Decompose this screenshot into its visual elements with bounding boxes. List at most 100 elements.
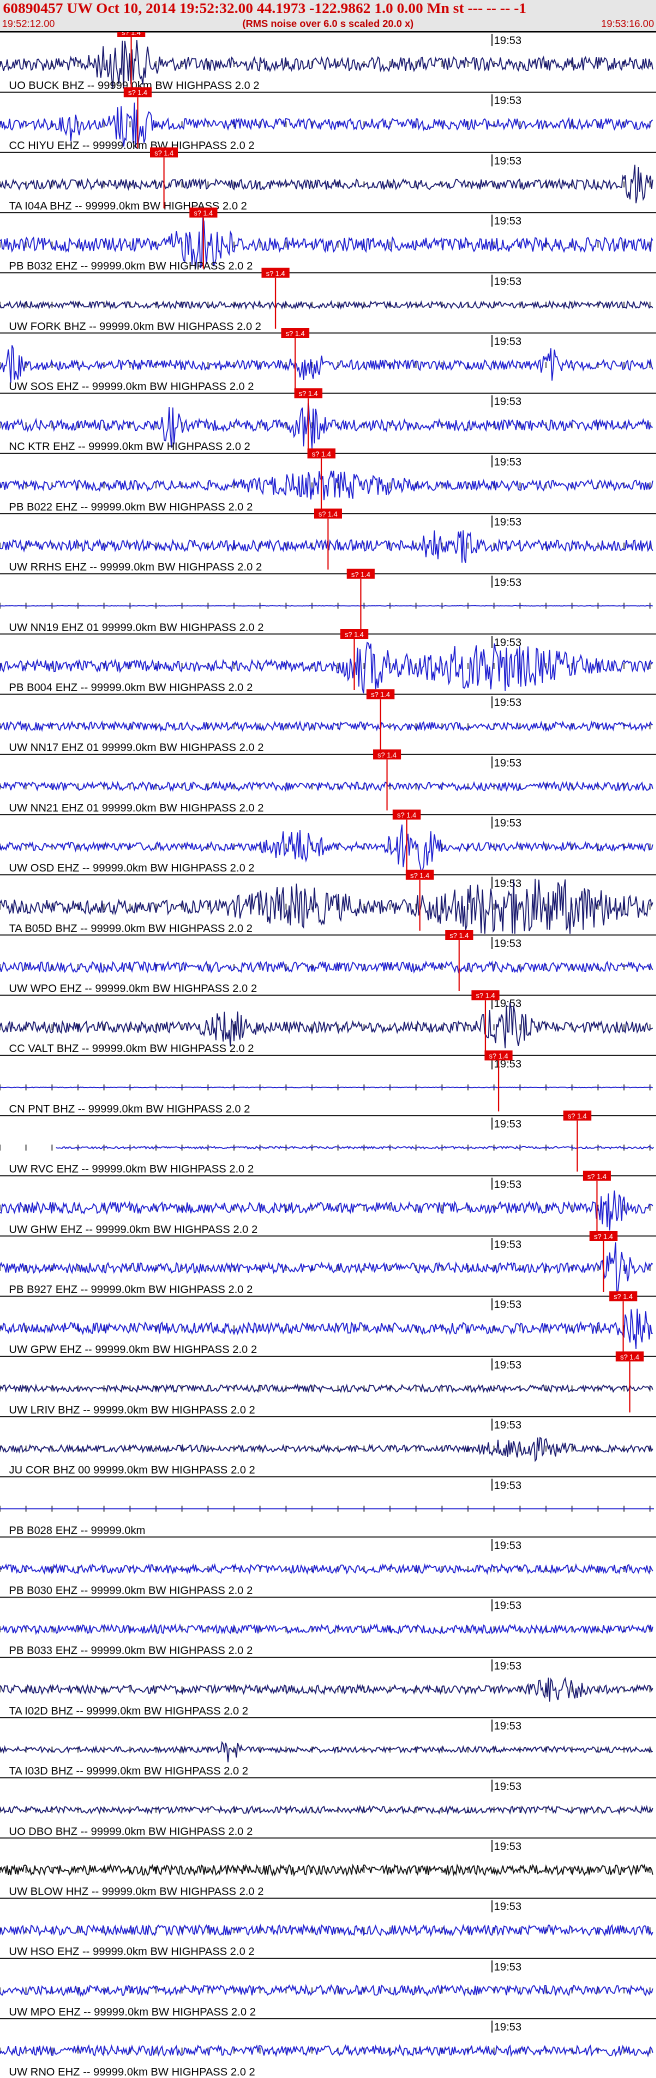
waveform xyxy=(55,1145,654,1150)
minute-label: 19:53 xyxy=(494,1721,522,1733)
minute-label: 19:53 xyxy=(494,577,522,589)
waveform xyxy=(0,1863,654,1877)
trace-panel: 19:53 UW BLOW HHZ -- 99999.0km BW HIGHPAS… xyxy=(0,1837,656,1898)
pick-label: s? 1.4 xyxy=(299,391,318,398)
trace-panel: 19:53 UW RRHS EHZ -- 99999.0km BW HIGHPAS… xyxy=(0,508,656,574)
pick-label: s? 1.4 xyxy=(266,271,285,278)
station-label: PB B033 EHZ -- 99999.0km BW HIGHPASS 2.0… xyxy=(9,1645,253,1657)
pick-label: s? 1.4 xyxy=(489,1053,508,1060)
trace-panel: 19:53 UW NN21 EHZ 01 99999.0km BW HIGHPAS… xyxy=(0,749,656,814)
pick-label: s? 1.4 xyxy=(450,933,469,940)
pick-label: s? 1.4 xyxy=(194,211,213,218)
trace-panel: 19:53 UW LRIV BHZ -- 99999.0km BW HIGHPAS… xyxy=(0,1351,656,1416)
station-label: UW BLOW HHZ -- 99999.0km BW HIGHPASS 2.0… xyxy=(9,1886,264,1898)
pick-label: s? 1.4 xyxy=(410,873,429,880)
minute-label: 19:53 xyxy=(494,1961,522,1973)
minute-label: 19:53 xyxy=(494,216,522,228)
trace-panel: 19:53 UW NN19 EHZ 01 99999.0km BW HIGHPAS… xyxy=(0,568,656,634)
trace-panel: 19:53 UW MPO EHZ -- 99999.0km BW HIGHPASS… xyxy=(0,1957,656,2018)
trace-panel: 19:53TA I04A BHZ -- 99999.0km BW HIGHPAS… xyxy=(0,147,656,212)
minute-label: 19:53 xyxy=(494,637,522,649)
trace-panel: 19:53 UW GHW EHZ -- 99999.0km BW HIGHPASS… xyxy=(0,1170,656,1236)
minute-label: 19:53 xyxy=(494,697,522,709)
pick-label: s? 1.4 xyxy=(122,32,141,37)
pick-label: s? 1.4 xyxy=(620,1354,639,1361)
station-label: TA B05D BHZ -- 99999.0km BW HIGHPASS 2.0… xyxy=(9,923,253,935)
minute-label: 19:53 xyxy=(494,456,522,468)
waveform xyxy=(0,1623,654,1636)
station-label: TA I02D BHZ -- 99999.0km BW HIGHPASS 2.0… xyxy=(9,1705,248,1717)
event-title: 60890457 UW Oct 10, 2014 19:52:32.00 44.… xyxy=(3,1,527,17)
station-label: PB B004 EHZ -- 99999.0km BW HIGHPASS 2.0… xyxy=(9,682,253,694)
minute-label: 19:53 xyxy=(494,757,522,769)
trace-panel: 19:53 UW GPW EHZ -- 99999.0km BW HIGHPASS… xyxy=(0,1291,656,1356)
trace-panel: 19:53 UW HSO EHZ -- 99999.0km BW HIGHPASS… xyxy=(0,1897,656,1958)
station-label: UW HSO EHZ -- 99999.0km BW HIGHPASS 2.0 … xyxy=(9,1946,255,1958)
pick-label: s? 1.4 xyxy=(371,692,390,699)
minute-label: 19:53 xyxy=(494,1299,522,1311)
trace-panel: 19:53 TA B05D BHZ -- 99999.0km BW HIGHPAS… xyxy=(0,869,656,935)
minute-label: 19:53 xyxy=(494,1660,522,1672)
minute-label: 19:53 xyxy=(494,938,522,950)
minute-label: 19:53 xyxy=(494,155,522,167)
waveform xyxy=(0,345,654,383)
minute-label: 19:53 xyxy=(494,1781,522,1793)
station-label: UW NN21 EHZ 01 99999.0km BW HIGHPASS 2.0… xyxy=(9,802,264,814)
station-label: UW MPO EHZ -- 99999.0km BW HIGHPASS 2.0 … xyxy=(9,2006,256,2018)
waveform xyxy=(0,470,654,501)
minute-label: 19:53 xyxy=(494,878,522,890)
trace-panel: 19:53 UW OSD EHZ -- 99999.0km BW HIGHPASS… xyxy=(0,809,656,875)
pick-label: s? 1.4 xyxy=(128,90,147,97)
station-label: UW WPO EHZ -- 99999.0km BW HIGHPASS 2.0 … xyxy=(9,983,257,995)
trace-panel: 19:53 TA I03D BHZ -- 99999.0km BW HIGHPAS… xyxy=(0,1717,656,1778)
end-time: 19:53:16.00 xyxy=(601,19,654,30)
station-label: UW NN17 EHZ 01 99999.0km BW HIGHPASS 2.0… xyxy=(9,742,264,754)
pick-label: s? 1.4 xyxy=(312,451,331,458)
waveform xyxy=(0,960,654,974)
trace-panel: 19:53 UW RVC EHZ -- 99999.0km BW HIGHPASS… xyxy=(0,1110,656,1176)
waveform xyxy=(0,164,654,204)
pick-label: s? 1.4 xyxy=(587,1174,606,1181)
trace-panel: 19:53 PB B033 EHZ -- 99999.0km BW HIGHPAS… xyxy=(0,1596,656,1657)
record-header: 60890457 UW Oct 10, 2014 19:52:32.00 44.… xyxy=(0,0,656,32)
pick-label: s? 1.4 xyxy=(378,752,397,759)
trace-panel: 19:53 PB B004 EHZ -- 99999.0km BW HIGHPAS… xyxy=(0,629,656,694)
minute-label: 19:53 xyxy=(494,517,522,529)
trace-panel: 19:53 NC KTR EHZ -- 99999.0km BW HIGHPASS… xyxy=(0,388,656,453)
minute-label: 19:53 xyxy=(494,1119,522,1131)
minute-label: 19:53 xyxy=(494,818,522,830)
station-label: PB B028 EHZ -- 99999.0km xyxy=(9,1525,145,1537)
trace-panel: 19:53UO BUCK BHZ -- 99999.0km BW HIGHPAS… xyxy=(0,32,656,92)
minute-label: 19:53 xyxy=(494,336,522,348)
station-label: JU COR BHZ 00 99999.0km BW HIGHPASS 2.0 … xyxy=(9,1465,255,1477)
trace-panel: 19:53 UW FORK BHZ -- 99999.0km BW HIGHPAS… xyxy=(0,267,656,333)
trace-panel: 19:53 CC HIYU EHZ -- 99999.0km BW HIGHPAS… xyxy=(0,87,656,152)
minute-label: 19:53 xyxy=(494,1901,522,1913)
pick-label: s? 1.4 xyxy=(397,813,416,820)
waveform xyxy=(0,780,654,793)
pick-label: s? 1.4 xyxy=(351,572,370,579)
minute-label: 19:53 xyxy=(494,1540,522,1552)
station-label: UW RRHS EHZ -- 99999.0km BW HIGHPASS 2.0… xyxy=(9,562,262,574)
trace-panel: 19:53 UW SOS EHZ -- 99999.0km BW HIGHPASS… xyxy=(0,328,656,393)
minute-label: 19:53 xyxy=(494,1420,522,1432)
pick-label: s? 1.4 xyxy=(318,512,337,519)
trace-panel: 19:53 PB B022 EHZ -- 99999.0km BW HIGHPAS… xyxy=(0,448,656,513)
waveform xyxy=(0,2043,654,2058)
seismogram-plot: 19:53UO BUCK BHZ -- 99999.0km BW HIGHPAS… xyxy=(0,32,656,2078)
minute-label: 19:53 xyxy=(494,1239,522,1251)
waveform xyxy=(0,1923,654,1938)
trace-panel: 19:53 UO DBO BHZ -- 99999.0km BW HIGHPASS… xyxy=(0,1777,656,1838)
station-label: UW RVC EHZ -- 99999.0km BW HIGHPASS 2.0 … xyxy=(9,1164,254,1176)
waveform xyxy=(0,720,653,733)
waveform xyxy=(0,1002,654,1049)
waveform xyxy=(0,1308,653,1350)
minute-label: 19:53 xyxy=(494,2022,522,2034)
station-label: PB B927 EHZ -- 99999.0km BW HIGHPASS 2.0… xyxy=(9,1284,253,1296)
trace-panel: 19:53 UW WPO EHZ -- 99999.0km BW HIGHPASS… xyxy=(0,930,656,995)
trace-panel: 19:53 PB B927 EHZ -- 99999.0km BW HIGHPAS… xyxy=(0,1231,656,1296)
waveform xyxy=(0,604,653,607)
station-label: UW NN19 EHZ 01 99999.0km BW HIGHPASS 2.0… xyxy=(9,622,264,634)
waveform xyxy=(0,1983,654,1998)
waveform xyxy=(0,1804,654,1815)
